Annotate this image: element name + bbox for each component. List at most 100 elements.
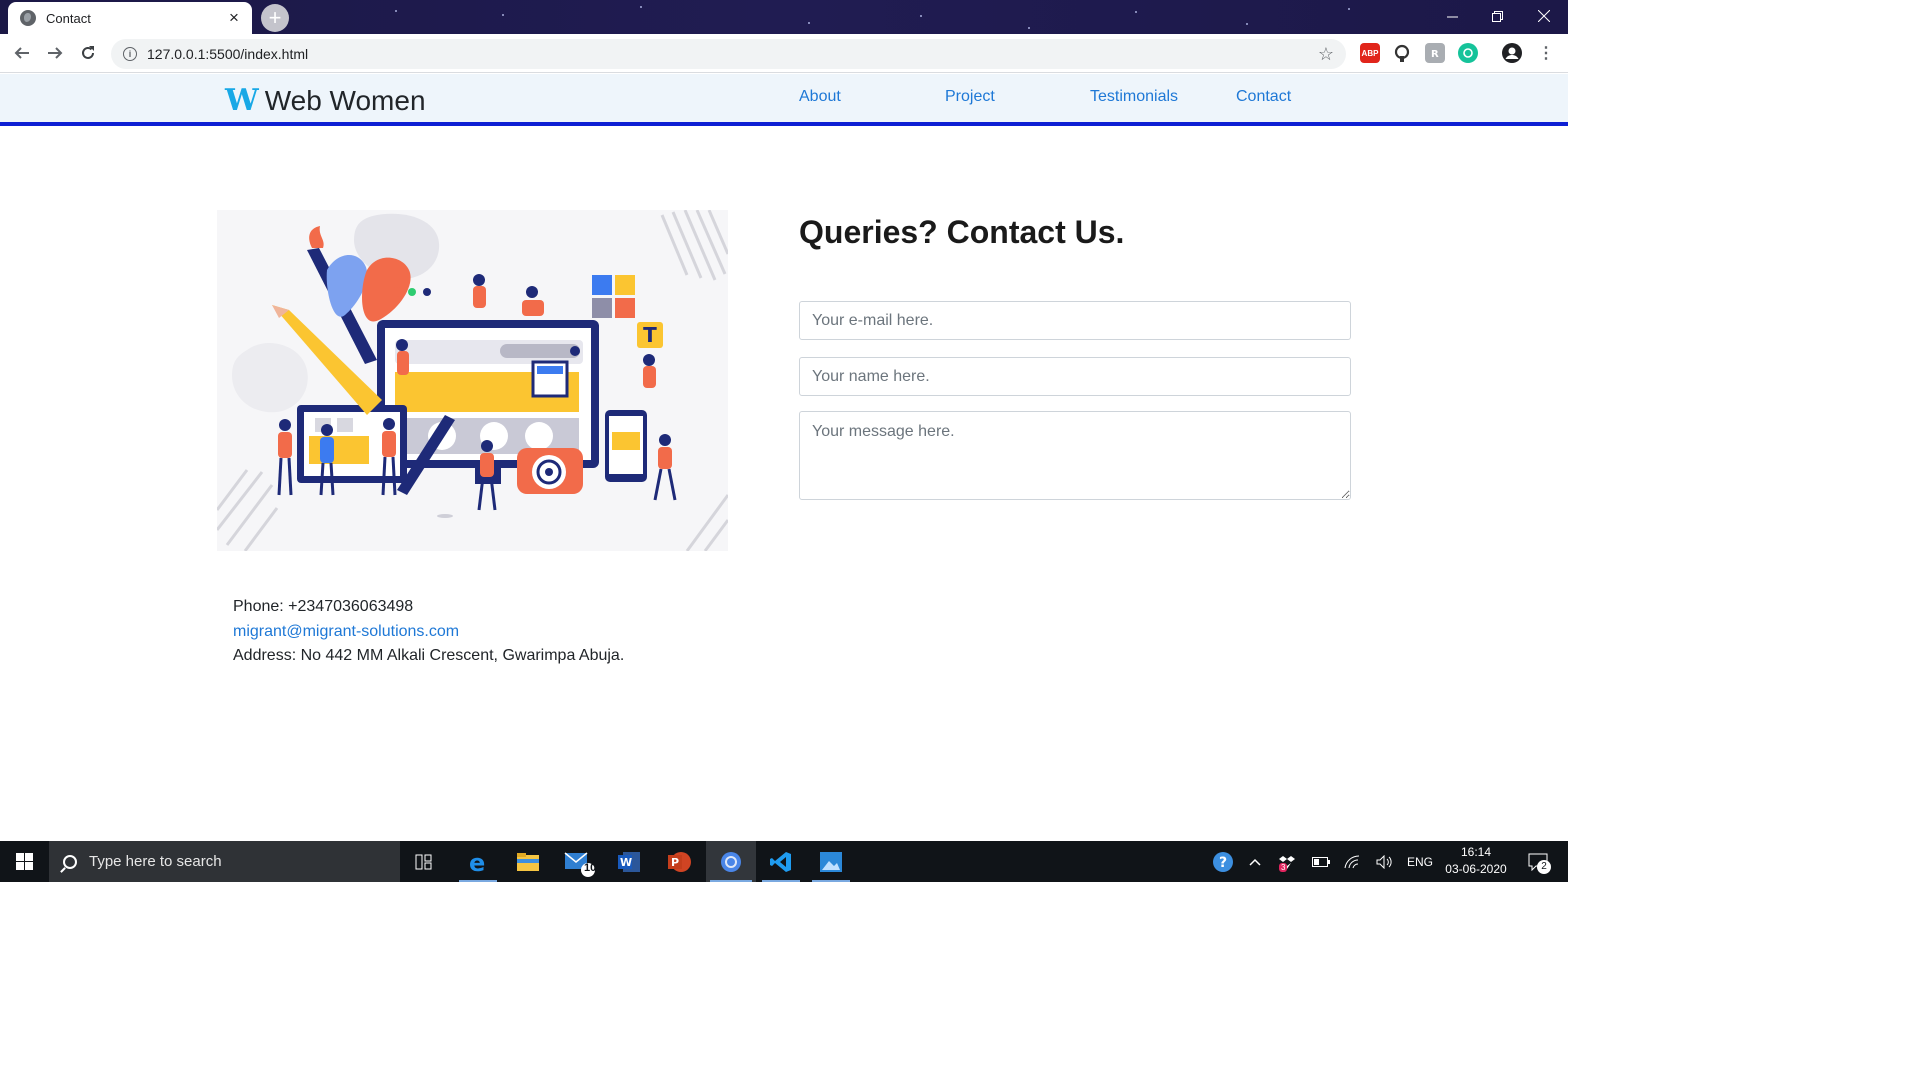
email-link[interactable]: migrant@migrant-solutions.com <box>233 623 459 640</box>
chrome-icon <box>721 851 741 872</box>
vscode-app-button[interactable] <box>758 841 804 882</box>
volume-tray-icon[interactable] <box>1374 841 1396 882</box>
close-icon <box>1538 10 1550 22</box>
windows-taskbar: Type here to search e 10 W P ? 3 ENG 16:… <box>0 841 1568 882</box>
task-view-button[interactable] <box>401 841 447 882</box>
windows-logo-icon <box>16 853 33 870</box>
svg-text:R: R <box>1431 49 1439 60</box>
background-star <box>502 14 504 16</box>
edge-icon: e <box>469 850 485 874</box>
mail-app-button[interactable]: 10 <box>557 841 603 882</box>
grammarly-icon[interactable] <box>1458 43 1478 63</box>
arrow-left-icon <box>14 47 29 59</box>
search-placeholder: Type here to search <box>89 853 222 870</box>
background-star <box>920 15 922 17</box>
address-bar[interactable]: i 127.0.0.1:5500/index.html ☆ <box>111 39 1346 69</box>
close-window-button[interactable] <box>1521 0 1567 32</box>
running-indicator <box>762 880 800 882</box>
browser-titlebar: Contact × + <box>0 0 1568 34</box>
restore-button[interactable] <box>1474 0 1520 32</box>
browser-tab[interactable]: Contact × <box>8 2 252 34</box>
folder-icon <box>517 852 539 871</box>
word-icon: W <box>618 851 640 872</box>
wifi-icon <box>1344 854 1360 868</box>
site-info-icon[interactable]: i <box>123 47 137 61</box>
show-hidden-icons-button[interactable] <box>1244 841 1266 882</box>
running-indicator <box>710 880 752 882</box>
taskbar-clock[interactable]: 16:14 03-06-2020 <box>1440 844 1512 878</box>
background-star <box>395 10 397 12</box>
mail-badge: 10 <box>584 862 597 874</box>
arrow-right-icon <box>48 47 63 59</box>
help-tray-icon[interactable]: ? <box>1210 841 1236 882</box>
language-indicator[interactable]: ENG <box>1404 841 1436 882</box>
bookmark-star-icon[interactable]: ☆ <box>1318 44 1334 65</box>
photos-icon <box>820 851 842 872</box>
powerpoint-app-button[interactable]: P <box>656 841 702 882</box>
url-text[interactable]: 127.0.0.1:5500/index.html <box>147 46 1318 62</box>
background-star <box>640 6 642 8</box>
background-star <box>1246 23 1248 25</box>
contact-illustration: T <box>215 209 730 552</box>
wifi-tray-icon[interactable] <box>1342 841 1364 882</box>
email-field[interactable] <box>799 301 1351 340</box>
photos-app-button[interactable] <box>808 841 854 882</box>
phone-number: Phone: +2347036063498 <box>233 598 414 615</box>
translate-glyph: R <box>1431 49 1439 60</box>
svg-text:P: P <box>671 856 679 869</box>
back-button[interactable] <box>8 39 36 67</box>
close-tab-button[interactable]: × <box>226 9 242 26</box>
contact-info: Phone: +2347036063498 migrant@migrant-so… <box>233 595 624 669</box>
address-text: Address: No 442 MM Alkali Crescent, Gwar… <box>233 647 625 664</box>
nav-link-testimonials[interactable]: Testimonials <box>1090 88 1178 106</box>
running-indicator <box>459 880 497 882</box>
grammarly-glyph <box>1463 48 1473 58</box>
word-app-button[interactable]: W <box>606 841 652 882</box>
nav-link-about[interactable]: About <box>799 88 841 106</box>
dropbox-tray-icon[interactable]: 3 <box>1276 841 1298 882</box>
edge-app-button[interactable]: e <box>455 841 501 882</box>
vscode-icon <box>770 851 791 872</box>
taskbar-search-box[interactable]: Type here to search <box>49 841 400 882</box>
nav-link-project[interactable]: Project <box>945 88 995 106</box>
nav-link-contact[interactable]: Contact <box>1236 88 1291 106</box>
translate-icon[interactable]: R <box>1425 43 1445 63</box>
background-star <box>808 22 810 24</box>
forward-button[interactable] <box>41 39 69 67</box>
octocat-glyph <box>1394 44 1410 62</box>
octocat-icon[interactable] <box>1392 43 1412 63</box>
svg-text:?: ? <box>1219 855 1227 871</box>
reload-button[interactable] <box>74 39 102 67</box>
background-star <box>1135 11 1137 13</box>
name-field[interactable] <box>799 357 1351 396</box>
svg-text:T: T <box>643 323 657 347</box>
help-icon: ? <box>1213 851 1233 872</box>
clock-date: 03-06-2020 <box>1445 862 1507 876</box>
brand-w-logo-icon: W <box>225 83 259 118</box>
background-star <box>1348 8 1350 10</box>
svg-text:e: e <box>469 850 485 874</box>
svg-text:W: W <box>620 856 632 869</box>
message-field[interactable] <box>799 411 1351 500</box>
battery-tray-icon[interactable] <box>1310 841 1332 882</box>
battery-icon <box>1312 856 1330 867</box>
minimize-button[interactable] <box>1429 0 1475 32</box>
brand-logo[interactable]: W Web Women <box>225 86 426 116</box>
minimize-icon <box>1446 16 1458 17</box>
running-indicator <box>812 880 850 882</box>
profile-glyph <box>1505 47 1519 59</box>
menu-kebab-icon[interactable]: ⋮ <box>1536 43 1556 63</box>
new-tab-button[interactable]: + <box>261 4 289 32</box>
team-illustration-image: T <box>215 209 730 552</box>
file-explorer-app-button[interactable] <box>505 841 551 882</box>
dropbox-badge: 3 <box>1279 863 1288 872</box>
action-center-button[interactable]: 2 <box>1522 841 1554 882</box>
contact-heading: Queries? Contact Us. <box>799 214 1125 250</box>
tab-title: Contact <box>46 10 91 26</box>
start-button[interactable] <box>0 841 49 882</box>
abp-icon[interactable]: ABP <box>1360 43 1380 63</box>
notification-count: 2 <box>1537 860 1551 874</box>
search-icon <box>63 854 77 869</box>
chrome-app-button[interactable] <box>706 841 756 882</box>
profile-avatar-icon[interactable] <box>1502 43 1522 63</box>
